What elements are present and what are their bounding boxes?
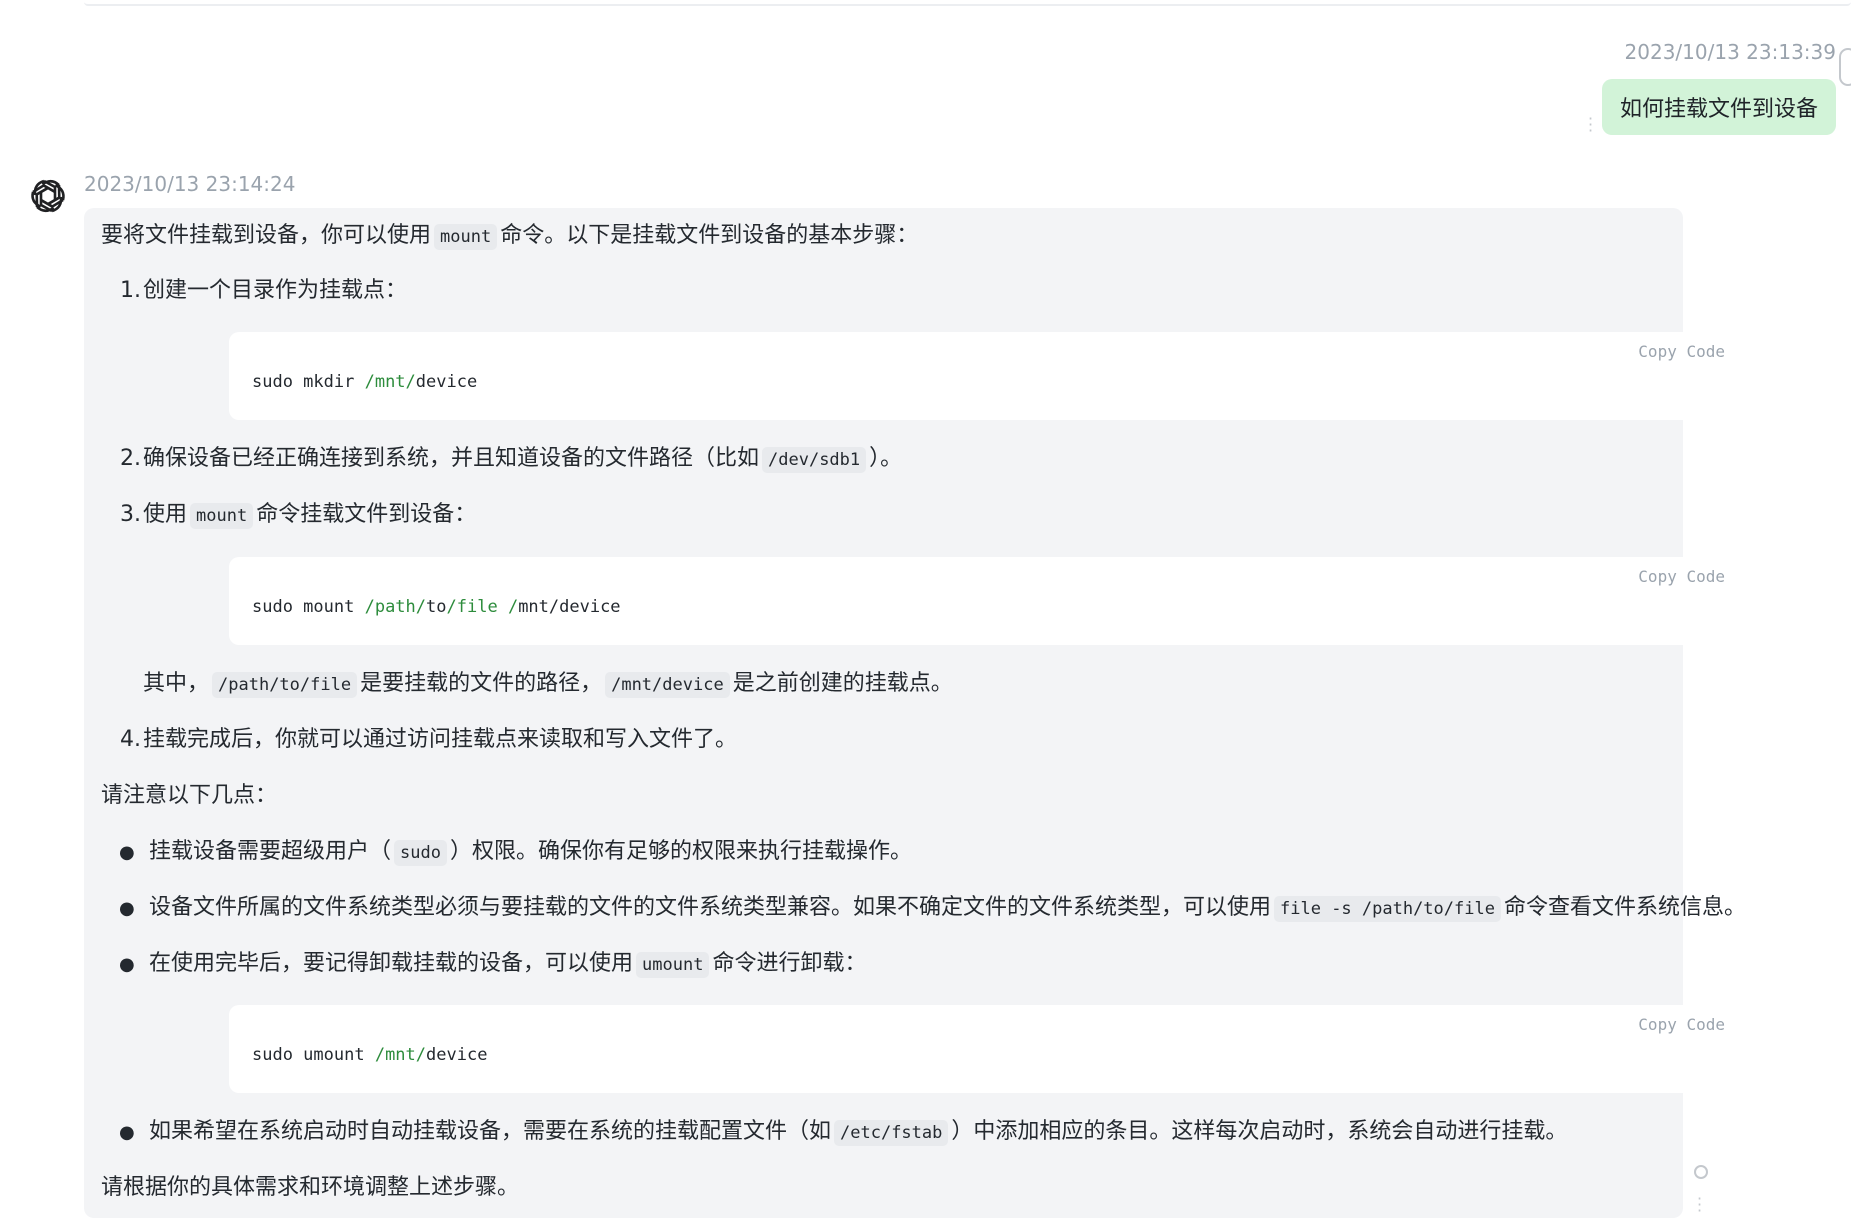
step-text: 挂载完成后，你就可以通过访问挂载点来读取和写入文件了。 — [143, 727, 738, 752]
list-number: 3. — [120, 502, 141, 527]
bullet-text: ）权限。确保你有足够的权限来执行挂载操作。 — [449, 839, 912, 864]
assistant-message-bubble: 要将文件挂载到设备，你可以使用 mount 命令。以下是挂载文件到设备的基本步骤： … — [84, 208, 1750, 1218]
user-avatar-edge — [1839, 48, 1851, 86]
user-message-bubble: 如何挂载文件到设备 — [1601, 79, 1836, 135]
list-number: 1. — [120, 278, 141, 303]
code-token: mnt/device — [518, 597, 621, 617]
closing-paragraph: 请根据你的具体需求和环境调整上述步骤。 — [101, 1175, 520, 1200]
step-text: 创建一个目录作为挂载点： — [143, 278, 408, 303]
code-token: device — [426, 1045, 488, 1065]
code-block-mkdir: Copy Code sudo mkdir /mnt/device — [229, 332, 1750, 420]
code-token: sudo mount — [252, 597, 365, 617]
inline-code: mount — [190, 503, 254, 529]
step-3: 3.使用 mount 命令挂载文件到设备： — [119, 500, 476, 531]
intro-paragraph: 要将文件挂载到设备，你可以使用 mount 命令。以下是挂载文件到设备的基本步骤： — [101, 221, 918, 252]
code-block-mount: Copy Code sudo mount /path/to/file /mnt/… — [229, 557, 1750, 645]
code-token-path: /path/ — [364, 597, 427, 617]
openai-logo-icon — [31, 179, 65, 213]
list-number: 4. — [120, 727, 141, 752]
where-paragraph: 其中，/path/to/file 是要挂载的文件的路径，/mnt/device 是之… — [143, 669, 953, 700]
code-token-path: / — [507, 597, 519, 617]
copy-code-button[interactable]: Copy Code — [1638, 342, 1725, 361]
code-token: device — [415, 372, 478, 392]
code-token: sudo umount — [252, 1045, 375, 1065]
step-2: 2.确保设备已经正确连接到系统，并且知道设备的文件路径（比如/dev/sdb1）… — [119, 444, 902, 475]
loading-circle-icon — [1694, 1165, 1708, 1179]
inline-code: /path/to/file — [212, 672, 358, 698]
bullet-text: 命令查看文件系统信息。 — [1503, 895, 1746, 920]
list-number: 2. — [120, 446, 141, 471]
step-1: 1.创建一个目录作为挂载点： — [119, 276, 407, 306]
code-line: sudo mkdir /mnt/device — [252, 372, 477, 392]
bullet-text: ）中添加相应的条目。这样每次启动时，系统会自动进行挂载。 — [951, 1119, 1568, 1144]
inline-code: /mnt/device — [605, 672, 730, 698]
step-4: 4.挂载完成后，你就可以通过访问挂载点来读取和写入文件了。 — [119, 725, 737, 755]
code-token-path: /mnt/ — [374, 1045, 427, 1065]
inline-code: mount — [434, 224, 498, 250]
where-text: 是之前创建的挂载点。 — [732, 671, 953, 696]
step-text: 确保设备已经正确连接到系统，并且知道设备的文件路径（比如 — [143, 446, 760, 471]
bullet-2: ● 设备文件所属的文件系统类型必须与要挂载的文件的文件系统类型兼容。如果不确定文件… — [119, 893, 1746, 924]
code-token: to — [426, 597, 447, 617]
bullet-text: 命令进行卸载： — [712, 951, 867, 976]
intro-text: 要将文件挂载到设备，你可以使用 — [101, 223, 432, 248]
bullet-text: 设备文件所属的文件系统类型必须与要挂载的文件的文件系统类型兼容。如果不确定文件的… — [149, 895, 1272, 920]
bullet-3: ● 在使用完毕后，要记得卸载挂载的设备，可以使用 umount 命令进行卸载： — [119, 949, 866, 980]
code-token-path: /mnt/ — [364, 372, 416, 392]
inline-code: /etc/fstab — [834, 1120, 949, 1146]
bullet-1: ● 挂载设备需要超级用户（ sudo ）权限。确保你有足够的权限来执行挂载操作。 — [119, 837, 912, 868]
code-token: sudo mkdir — [252, 372, 365, 392]
inline-code: umount — [636, 952, 710, 978]
code-line: sudo mount /path/to/file /mnt/device — [252, 597, 621, 617]
copy-code-button[interactable]: Copy Code — [1638, 1015, 1725, 1034]
step-text: ）。 — [869, 446, 903, 471]
where-text: 是要挂载的文件的路径， — [360, 671, 603, 696]
step-text: 使用 — [143, 502, 188, 527]
inline-code: file -s /path/to/file — [1274, 896, 1501, 922]
inline-code: /dev/sdb1 — [762, 447, 867, 473]
code-token-path: /file — [446, 597, 498, 617]
assistant-message-menu-icon[interactable]: · · · — [1697, 1191, 1702, 1219]
inline-code: sudo — [394, 840, 447, 866]
bullet-dot: ● — [119, 1122, 135, 1143]
intro-text: 命令。以下是挂载文件到设备的基本步骤： — [500, 223, 919, 248]
bullet-text: 在使用完毕后，要记得卸载挂载的设备，可以使用 — [149, 951, 634, 976]
assistant-message-timestamp: 2023/10/13 23:14:24 — [84, 172, 296, 196]
notes-title: 请注意以下几点： — [101, 783, 278, 808]
where-text: 其中， — [143, 671, 210, 696]
bullet-dot: ● — [119, 954, 135, 975]
step-text: 命令挂载文件到设备： — [256, 502, 477, 527]
user-message-timestamp: 2023/10/13 23:13:39 — [1624, 40, 1836, 64]
user-message-menu-icon[interactable]: · · · — [1588, 111, 1593, 139]
bullet-dot: ● — [119, 842, 135, 863]
bullet-text: 挂载设备需要超级用户（ — [149, 839, 392, 864]
copy-code-button[interactable]: Copy Code — [1638, 567, 1725, 586]
bullet-text: 如果希望在系统启动时自动挂载设备，需要在系统的挂载配置文件（如 — [149, 1119, 832, 1144]
bullet-dot: ● — [119, 898, 135, 919]
bullet-4: ● 如果希望在系统启动时自动挂载设备，需要在系统的挂载配置文件（如/etc/fst… — [119, 1117, 1567, 1148]
code-line: sudo umount /mnt/device — [252, 1045, 487, 1065]
code-block-umount: Copy Code sudo umount /mnt/device — [229, 1005, 1750, 1093]
previous-message-edge — [84, 0, 1851, 6]
